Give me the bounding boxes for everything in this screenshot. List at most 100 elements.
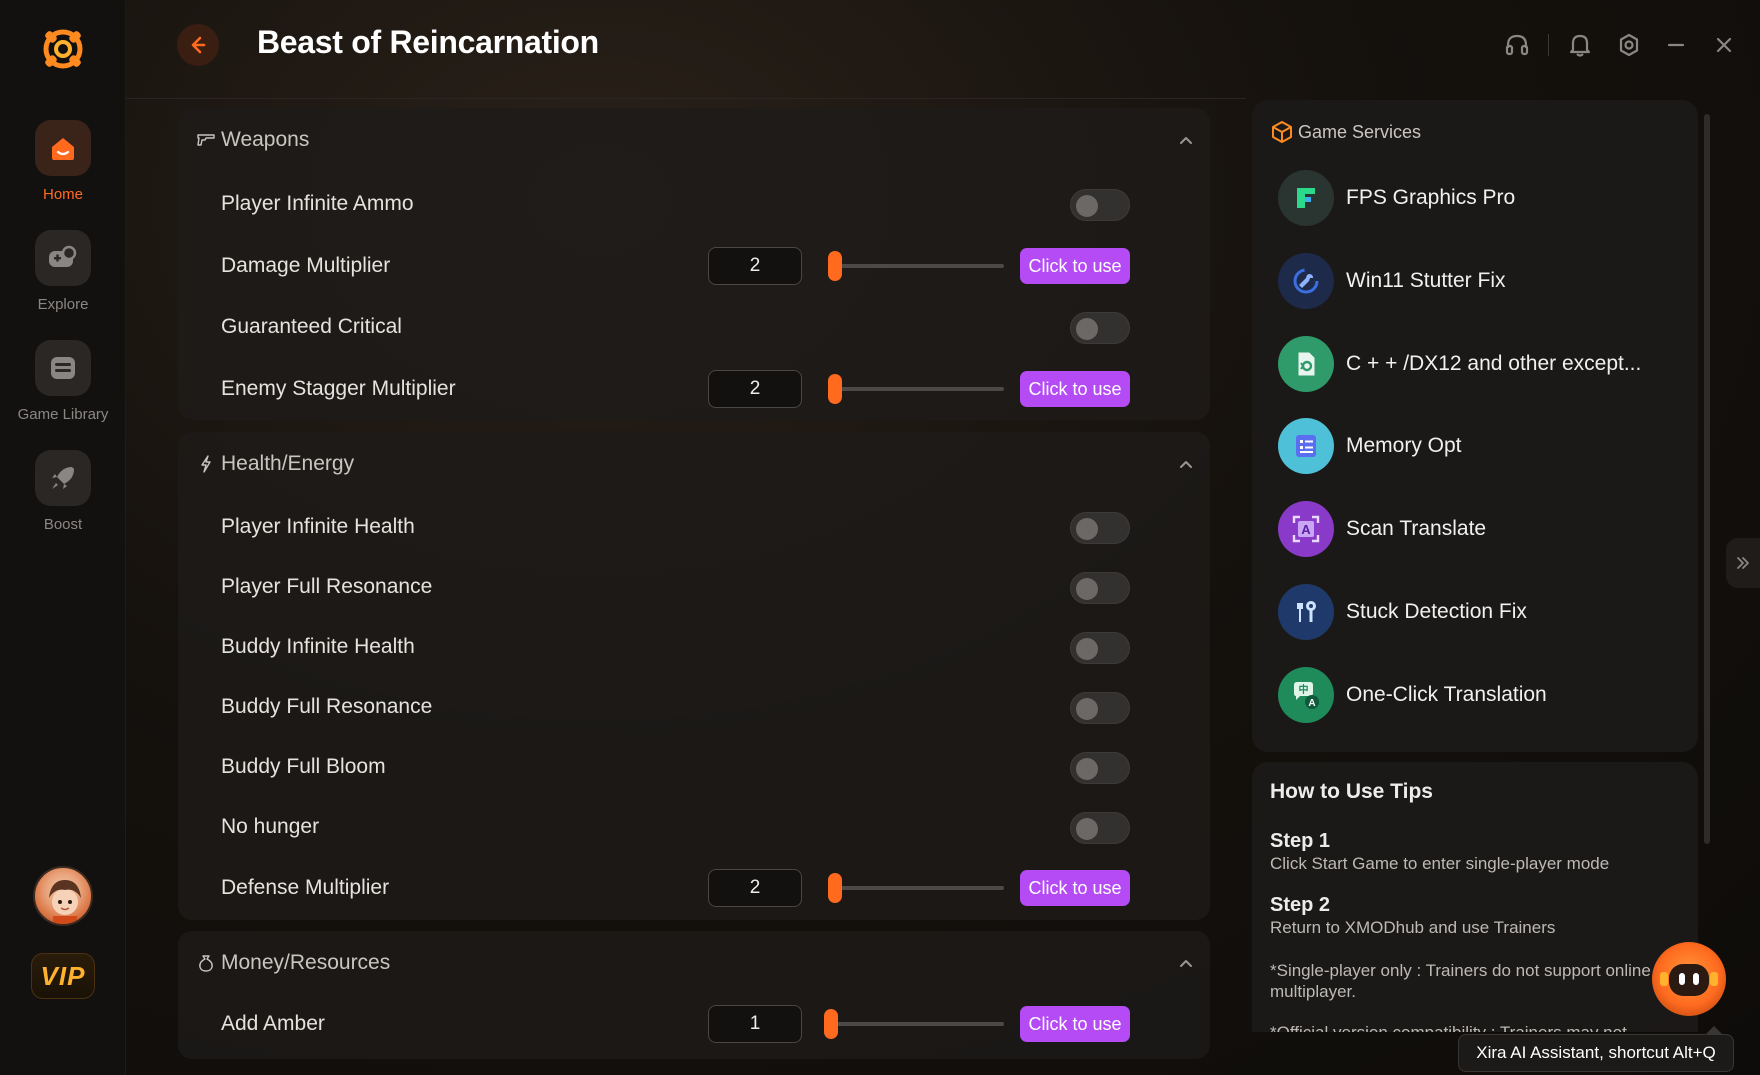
toggle-switch[interactable] (1070, 752, 1130, 784)
app-logo-icon[interactable] (40, 26, 86, 72)
avatar[interactable] (33, 866, 93, 926)
option-row-no-hunger: No hunger (178, 799, 1210, 855)
close-button[interactable] (1709, 30, 1739, 60)
service-stuck-detection-fix[interactable]: Stuck Detection Fix (1278, 582, 1678, 642)
expand-panel-button[interactable] (1726, 538, 1760, 588)
service-label: Win11 Stutter Fix (1346, 269, 1506, 292)
sidebar-item-label: Home (42, 186, 83, 203)
toggle-knob (1076, 518, 1098, 540)
section-title: Money/Resources (221, 951, 391, 974)
option-label: Player Infinite Health (221, 515, 415, 538)
option-label: Enemy Stagger Multiplier (221, 377, 456, 400)
collapse-button[interactable] (1176, 130, 1196, 150)
collapse-button[interactable] (1176, 454, 1196, 474)
step-text: Click Start Game to enter single-player … (1270, 854, 1610, 873)
service-label: FPS Graphics Pro (1346, 186, 1516, 209)
value-slider[interactable] (828, 374, 1004, 404)
click-to-use-button[interactable]: Click to use (1020, 1006, 1130, 1042)
click-to-use-button[interactable]: Click to use (1020, 870, 1130, 906)
ai-assistant-button[interactable] (1652, 942, 1726, 1016)
vip-badge[interactable]: VIP (31, 953, 95, 999)
toggle-switch[interactable] (1070, 189, 1130, 221)
sidebar-item-boost[interactable]: Boost (0, 450, 126, 550)
headset-icon (1505, 34, 1529, 56)
section-header[interactable]: Money/Resources (178, 931, 1210, 995)
settings-button[interactable] (1614, 30, 1644, 60)
toggle-knob (1076, 578, 1098, 600)
section-header[interactable]: Weapons (178, 108, 1210, 172)
toggle-switch[interactable] (1070, 512, 1130, 544)
value-input[interactable]: 1 (708, 1005, 802, 1043)
assistant-tooltip: Xira AI Assistant, shortcut Alt+Q (1458, 1034, 1734, 1072)
option-row-player-infinite-health: Player Infinite Health (178, 499, 1210, 555)
gamepad-icon (49, 245, 77, 267)
support-button[interactable] (1502, 30, 1532, 60)
value-slider[interactable] (828, 873, 1004, 903)
section-money-resources: Money/Resources Add Amber 1 Click to use (178, 931, 1210, 1059)
toggle-knob (1076, 758, 1098, 780)
header-divider (1548, 34, 1549, 56)
slider-thumb[interactable] (828, 873, 842, 903)
svg-text:A: A (1301, 522, 1311, 537)
svg-text:A: A (1308, 698, 1315, 709)
service-memory-opt[interactable]: Memory Opt (1278, 416, 1678, 476)
header-divider-line (126, 98, 1246, 99)
bell-icon (1569, 34, 1591, 57)
toggle-switch[interactable] (1070, 572, 1130, 604)
service-one-click-translation[interactable]: 中 A One-Click Translation (1278, 665, 1678, 725)
toggle-knob (1076, 195, 1098, 217)
gear-icon (1619, 33, 1639, 57)
rocket-icon (52, 467, 74, 489)
library-icon (51, 357, 75, 379)
app-window: Home Explore Game Library Boost VIP Beas… (0, 0, 1760, 1075)
option-label: No hunger (221, 815, 320, 838)
service-win11-stutter-fix[interactable]: Win11 Stutter Fix (1278, 251, 1678, 311)
toggle-switch[interactable] (1070, 692, 1130, 724)
toggle-switch[interactable] (1070, 632, 1130, 664)
service-scan-translate[interactable]: A Scan Translate (1278, 499, 1678, 559)
section-header[interactable]: Health/Energy (178, 432, 1210, 496)
value-input[interactable]: 2 (708, 370, 802, 408)
option-row-buddy-infinite-health: Buddy Infinite Health (178, 619, 1210, 675)
service-label: Stuck Detection Fix (1346, 600, 1527, 623)
minimize-button[interactable] (1661, 30, 1691, 60)
value-slider[interactable] (828, 251, 1004, 281)
slider-thumb[interactable] (828, 251, 842, 281)
toggle-switch[interactable] (1070, 812, 1130, 844)
collapse-button[interactable] (1176, 953, 1196, 973)
slider-thumb[interactable] (824, 1009, 838, 1039)
slider-thumb[interactable] (828, 374, 842, 404)
option-row-player-infinite-ammo: Player Infinite Ammo (178, 176, 1210, 232)
scrollbar[interactable] (1704, 114, 1710, 844)
game-services-panel: Game Services FPS Graphics Pro Win11 Stu… (1252, 100, 1698, 752)
sidebar-item-home[interactable]: Home (0, 120, 126, 220)
wrench-icon (1293, 268, 1319, 294)
option-row-buddy-full-bloom: Buddy Full Bloom (178, 739, 1210, 795)
tip-note: *Official version compatibility : Traine… (1270, 1022, 1670, 1032)
sidebar-item-label: Boost (43, 516, 83, 533)
service-cpp-dx12-fix[interactable]: C + + /DX12 and other except... (1278, 334, 1678, 394)
sidebar-item-game-library[interactable]: Game Library (0, 340, 126, 440)
value-input[interactable]: 2 (708, 869, 802, 907)
click-to-use-button[interactable]: Click to use (1020, 371, 1130, 407)
toggle-switch[interactable] (1070, 312, 1130, 344)
step-title: Step 1 (1270, 830, 1331, 852)
back-button[interactable] (177, 24, 219, 66)
option-row-add-amber: Add Amber 1 Click to use (178, 996, 1210, 1052)
click-to-use-button[interactable]: Click to use (1020, 248, 1130, 284)
option-label: Add Amber (221, 1012, 325, 1035)
option-row-damage-multiplier: Damage Multiplier 2 Click to use (178, 238, 1210, 294)
sidebar-item-explore[interactable]: Explore (0, 230, 126, 330)
value-slider[interactable] (824, 1009, 1004, 1039)
option-label: Player Full Resonance (221, 575, 433, 598)
option-row-enemy-stagger-multiplier: Enemy Stagger Multiplier 2 Click to use (178, 361, 1210, 417)
how-to-use-tips-panel: How to Use Tips Step 1 Click Start Game … (1252, 762, 1698, 1032)
chevron-up-icon (1180, 461, 1192, 468)
service-fps-graphics-pro[interactable]: FPS Graphics Pro (1278, 168, 1678, 228)
sidebar-item-label: Explore (37, 296, 89, 313)
file-repair-icon (1298, 352, 1315, 376)
notifications-button[interactable] (1565, 30, 1595, 60)
service-label: C + + /DX12 and other except... (1346, 352, 1642, 375)
scan-translate-icon: A (1292, 515, 1320, 543)
value-input[interactable]: 2 (708, 247, 802, 285)
